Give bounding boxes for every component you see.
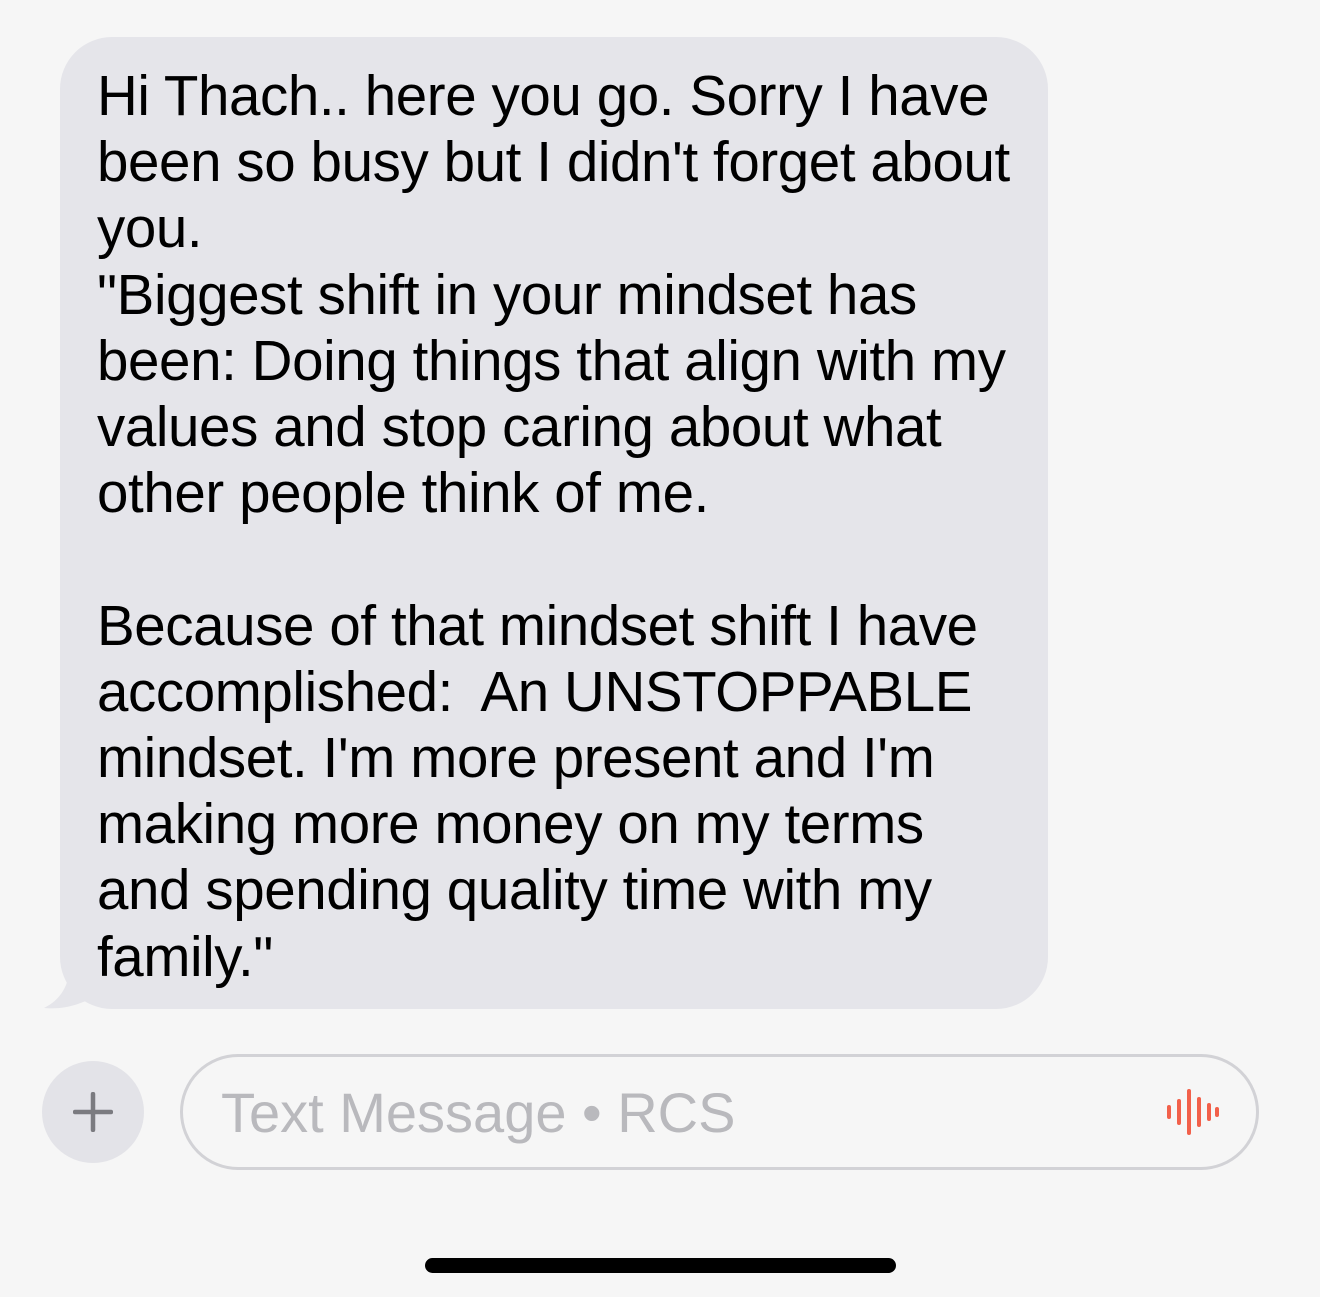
voice-message-button[interactable] [1163, 1086, 1223, 1138]
text-message-field[interactable] [180, 1054, 1259, 1170]
message-text-paragraph-2: Because of that mindset shift I have acc… [97, 593, 994, 988]
text-message-input[interactable] [221, 1057, 1121, 1167]
home-indicator[interactable] [425, 1258, 896, 1273]
plus-icon [73, 1092, 113, 1132]
message-thread: Hi Thach.. here you go. Sorry I have bee… [0, 0, 1320, 1040]
waveform-icon [1167, 1089, 1219, 1135]
message-text-paragraph-1: Hi Thach.. here you go. Sorry I have bee… [97, 64, 1010, 525]
add-attachment-button[interactable] [42, 1061, 144, 1163]
message-composer [0, 1040, 1320, 1190]
received-message-bubble[interactable]: Hi Thach.. here you go. Sorry I have bee… [60, 37, 1048, 1009]
